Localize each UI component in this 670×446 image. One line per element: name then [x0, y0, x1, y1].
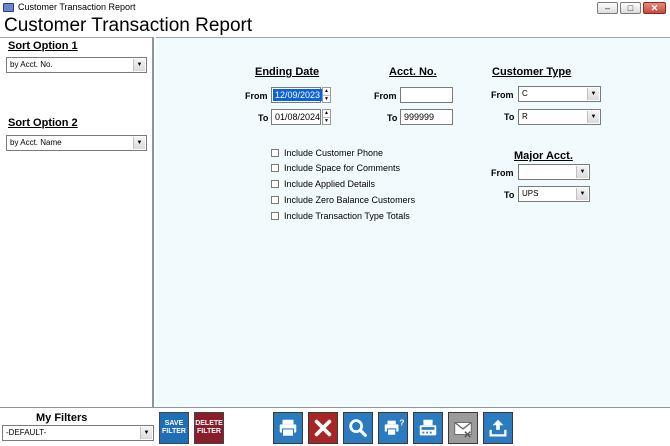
- customer-type-to-label: To: [504, 112, 515, 122]
- maximize-button[interactable]: □: [620, 2, 641, 14]
- option-label: Include Customer Phone: [284, 148, 384, 158]
- acct-no-to-label: To: [387, 113, 398, 123]
- my-filters-select[interactable]: -DEFAULT- ▼: [2, 425, 154, 441]
- option-include-transaction-type-totals[interactable]: Include Transaction Type Totals: [271, 211, 410, 221]
- spin-up-icon[interactable]: ▲: [323, 88, 330, 95]
- email-button[interactable]: [448, 412, 478, 444]
- customer-type-from-label: From: [491, 90, 514, 100]
- ending-date-to-label: To: [258, 113, 269, 123]
- sort-option-1-value: by Acct. No.: [10, 60, 53, 69]
- my-filters-label: My Filters: [36, 412, 88, 424]
- chevron-down-icon[interactable]: ▼: [133, 137, 145, 149]
- window-title: Customer Transaction Report: [18, 2, 136, 12]
- app-icon: [3, 3, 14, 12]
- ending-date-to-spinner[interactable]: ▲ ▼: [322, 109, 331, 125]
- chevron-down-icon[interactable]: ▼: [133, 59, 145, 71]
- sort-option-2-value: by Acct. Name: [10, 138, 62, 147]
- save-filter-button[interactable]: SAVE FILTER: [159, 412, 189, 444]
- checkbox[interactable]: [271, 196, 279, 204]
- report-title: Customer Transaction Report: [4, 15, 253, 36]
- customer-type-title: Customer Type: [492, 66, 572, 78]
- checkbox[interactable]: [271, 180, 279, 188]
- print-button[interactable]: [273, 412, 303, 444]
- minimize-button[interactable]: –: [597, 2, 618, 14]
- option-label: Include Zero Balance Customers: [284, 195, 416, 205]
- cancel-button[interactable]: [308, 412, 338, 444]
- chevron-down-icon[interactable]: ▼: [587, 111, 599, 123]
- option-include-zero-balance-customers[interactable]: Include Zero Balance Customers: [271, 195, 415, 205]
- save-filter-label-2: FILTER: [162, 428, 186, 435]
- save-filter-label-1: SAVE: [164, 420, 184, 427]
- option-include-customer-phone[interactable]: Include Customer Phone: [271, 148, 383, 158]
- print-icon: [279, 419, 297, 437]
- delete-filter-label-2: FILTER: [197, 428, 221, 435]
- ending-date-to-value: 01/08/2024: [275, 112, 321, 122]
- ending-date-from-label: From: [245, 91, 268, 101]
- acct-no-to-field[interactable]: 999999: [400, 109, 453, 125]
- sort-option-2-label: Sort Option 2: [8, 117, 78, 129]
- title-bar: Customer Transaction Report – □ ✕: [0, 0, 670, 16]
- checkbox[interactable]: [271, 149, 279, 157]
- print-setup-icon: ?: [384, 418, 404, 436]
- option-label: Include Space for Comments: [284, 163, 401, 173]
- ending-date-from-spinner[interactable]: ▲ ▼: [322, 87, 331, 103]
- option-label: Include Transaction Type Totals: [284, 211, 410, 221]
- chevron-down-icon[interactable]: ▼: [140, 427, 152, 439]
- sort-option-1-select[interactable]: by Acct. No. ▼: [6, 57, 147, 73]
- close-button[interactable]: ✕: [643, 2, 666, 14]
- option-include-applied-details[interactable]: Include Applied Details: [271, 179, 375, 189]
- option-include-space-for-comments[interactable]: Include Space for Comments: [271, 163, 400, 173]
- export-button[interactable]: [483, 412, 513, 444]
- acct-no-from-label: From: [374, 91, 397, 101]
- major-acct-title: Major Acct.: [514, 150, 573, 162]
- delete-filter-button[interactable]: DELETE FILTER: [194, 412, 224, 444]
- print-setup-button[interactable]: ?: [378, 412, 408, 444]
- export-icon: [489, 419, 507, 437]
- customer-type-from-value: C: [522, 89, 528, 98]
- major-acct-to-value: UPS: [522, 189, 539, 198]
- chevron-down-icon[interactable]: ▼: [576, 166, 588, 178]
- cancel-icon: [314, 419, 332, 437]
- major-acct-from-select[interactable]: ▼: [518, 164, 590, 180]
- spin-down-icon[interactable]: ▼: [323, 117, 330, 125]
- ending-date-from-field[interactable]: 12/09/2023: [271, 87, 323, 103]
- customer-type-from-select[interactable]: C ▼: [518, 86, 601, 102]
- major-acct-from-label: From: [491, 168, 514, 178]
- ending-date-to-field[interactable]: 01/08/2024: [271, 109, 321, 125]
- ending-date-from-value: 12/09/2023: [273, 89, 323, 101]
- chevron-down-icon[interactable]: ▼: [587, 88, 599, 100]
- preview-icon: [349, 419, 367, 437]
- preview-button[interactable]: [343, 412, 373, 444]
- option-label: Include Applied Details: [284, 179, 376, 189]
- ending-date-title: Ending Date: [255, 66, 320, 78]
- acct-no-from-field[interactable]: [400, 87, 453, 103]
- spin-up-icon[interactable]: ▲: [323, 110, 330, 117]
- sort-option-2-select[interactable]: by Acct. Name ▼: [6, 135, 147, 151]
- major-acct-to-label: To: [504, 190, 515, 200]
- fax-button[interactable]: [413, 412, 443, 444]
- sort-option-1-label: Sort Option 1: [8, 40, 78, 52]
- chevron-down-icon[interactable]: ▼: [576, 188, 588, 200]
- customer-type-to-select[interactable]: R ▼: [518, 109, 601, 125]
- delete-filter-label-1: DELETE: [195, 420, 223, 427]
- svg-text:?: ?: [399, 418, 404, 427]
- customer-type-to-value: R: [522, 112, 528, 121]
- my-filters-value: -DEFAULT-: [6, 428, 47, 437]
- acct-no-title: Acct. No.: [389, 66, 437, 78]
- major-acct-to-select[interactable]: UPS ▼: [518, 186, 590, 202]
- spin-down-icon[interactable]: ▼: [323, 95, 330, 103]
- sort-options-panel: [0, 37, 154, 407]
- checkbox[interactable]: [271, 164, 279, 172]
- email-icon: [454, 421, 472, 438]
- checkbox[interactable]: [271, 212, 279, 220]
- fax-icon: [419, 419, 437, 436]
